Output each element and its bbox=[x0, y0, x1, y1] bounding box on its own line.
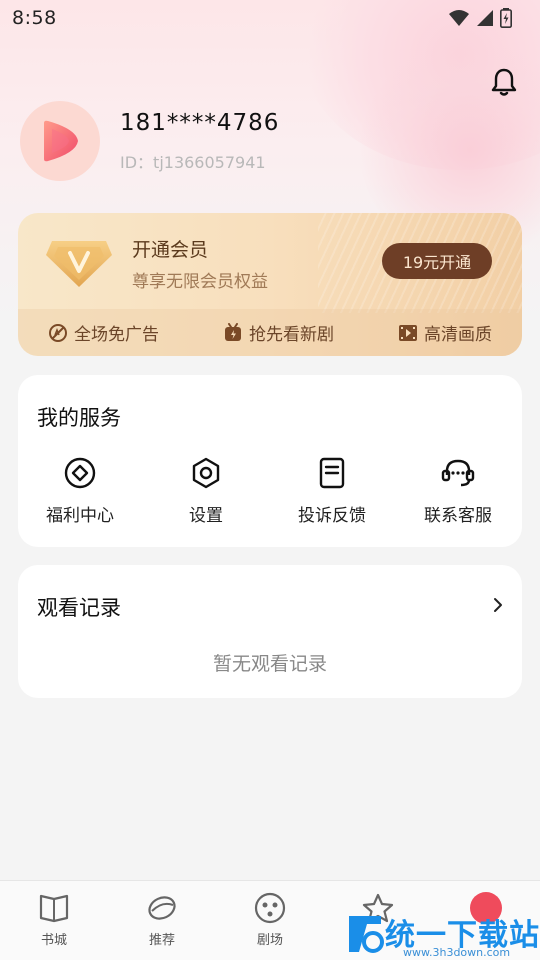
watch-history-card[interactable]: 观看记录 暂无观看记录 bbox=[18, 565, 522, 698]
watch-history-empty: 暂无观看记录 bbox=[212, 653, 327, 675]
wifi-icon bbox=[449, 10, 469, 26]
nav-tab-theater[interactable]: 剧场 bbox=[220, 891, 320, 948]
status-time: 8:58 bbox=[12, 7, 57, 29]
vip-perk-label: 高清画质 bbox=[424, 325, 492, 345]
hd-video-icon bbox=[399, 324, 417, 341]
watermark-url: www.3h3down.com bbox=[403, 946, 511, 959]
recommend-icon bbox=[148, 896, 176, 920]
signal-icon bbox=[477, 10, 493, 26]
service-label: 福利中心 bbox=[46, 506, 114, 526]
vip-perk-label: 抢先看新剧 bbox=[249, 325, 334, 345]
watermark-logo-icon bbox=[349, 916, 384, 953]
vip-perk-no-ads: 全场免广告 bbox=[48, 320, 159, 345]
services-card: 我的服务 福利中心 设置 投诉反馈 联系客服 bbox=[18, 375, 522, 547]
vip-perk-label: 全场免广告 bbox=[74, 325, 159, 345]
welfare-icon bbox=[64, 457, 96, 489]
headset-icon bbox=[441, 459, 475, 487]
user-id: ID：tj1366057941 bbox=[120, 153, 266, 172]
watermark: 统一下载站 www.3h3down.com bbox=[345, 908, 540, 960]
nav-label: 书城 bbox=[40, 933, 67, 948]
nav-label: 剧场 bbox=[256, 933, 283, 948]
avatar[interactable] bbox=[20, 101, 100, 181]
nav-tab-recommend[interactable]: 推荐 bbox=[112, 891, 212, 948]
vip-title: 开通会员 bbox=[132, 239, 209, 261]
book-icon bbox=[39, 894, 69, 923]
no-ads-icon bbox=[49, 323, 67, 342]
battery-icon bbox=[500, 8, 512, 28]
new-drama-icon bbox=[225, 322, 241, 341]
vip-badge-icon bbox=[46, 241, 112, 287]
notification-bell-icon[interactable] bbox=[486, 64, 522, 100]
chevron-right-icon[interactable] bbox=[492, 597, 504, 613]
vip-perk-early-access: 抢先看新剧 bbox=[223, 320, 334, 345]
vip-perks: 全场免广告 抢先看新剧 高清画质 bbox=[18, 309, 522, 356]
service-welfare-center[interactable]: 福利中心 bbox=[20, 455, 140, 526]
vip-subtitle: 尊享无限会员权益 bbox=[132, 272, 268, 292]
app-logo-icon bbox=[44, 120, 78, 162]
nav-tab-bookstore[interactable]: 书城 bbox=[4, 891, 104, 948]
theater-icon bbox=[254, 892, 286, 924]
service-customer-support[interactable]: 联系客服 bbox=[398, 455, 518, 526]
nav-label: 推荐 bbox=[148, 933, 175, 948]
service-settings[interactable]: 设置 bbox=[146, 455, 266, 526]
status-bar: 8:58 bbox=[0, 0, 540, 36]
status-icons bbox=[448, 8, 512, 28]
service-label: 联系客服 bbox=[424, 506, 492, 526]
settings-icon bbox=[192, 457, 220, 489]
feedback-icon bbox=[319, 457, 345, 489]
vip-card[interactable]: 开通会员 尊享无限会员权益 19元开通 全场免广告 抢先看新剧 高清画质 bbox=[18, 213, 522, 356]
service-label: 投诉反馈 bbox=[298, 506, 366, 526]
services-grid: 福利中心 设置 投诉反馈 联系客服 bbox=[18, 455, 522, 526]
vip-subscribe-button[interactable]: 19元开通 bbox=[382, 243, 492, 279]
watch-history-title: 观看记录 bbox=[37, 596, 121, 620]
user-phone: 181****4786 bbox=[120, 110, 280, 136]
service-label: 设置 bbox=[189, 506, 223, 526]
vip-perk-hd: 高清画质 bbox=[398, 320, 492, 345]
services-title: 我的服务 bbox=[37, 406, 121, 430]
service-feedback[interactable]: 投诉反馈 bbox=[272, 455, 392, 526]
